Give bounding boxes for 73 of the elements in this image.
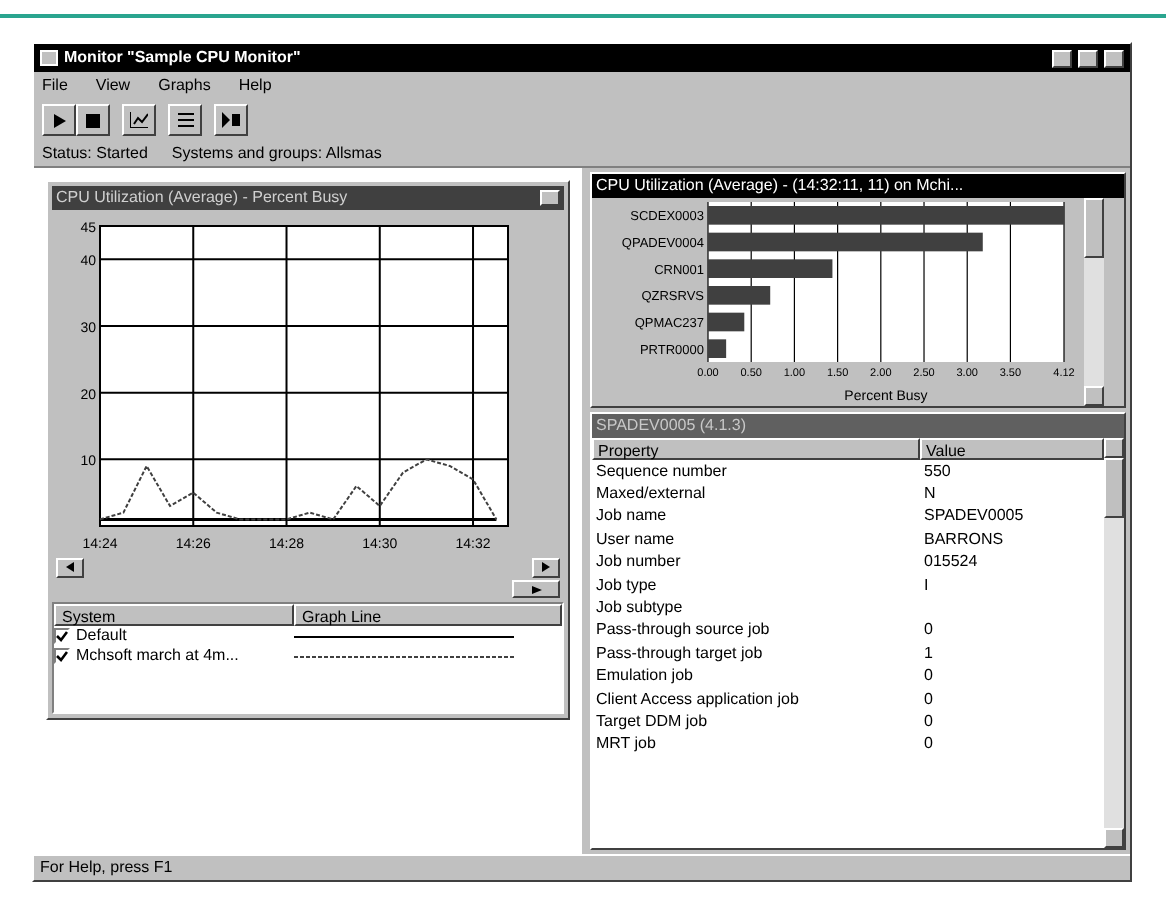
right-arrow-icon xyxy=(531,585,541,593)
system-name: Default xyxy=(74,626,129,648)
list-button[interactable] xyxy=(168,104,202,136)
panel-title: SPADEV0005 (4.1.3) xyxy=(596,414,747,438)
play-icon xyxy=(53,113,65,127)
checkbox[interactable] xyxy=(54,648,70,664)
column-header[interactable]: Value xyxy=(920,438,1104,460)
checkbox[interactable] xyxy=(54,628,70,644)
menu-item[interactable]: File xyxy=(42,73,68,97)
line-graph-icon xyxy=(130,112,148,128)
scroll-up-icon[interactable] xyxy=(1104,438,1124,458)
property-cell-text: Target DDM job xyxy=(594,710,710,734)
menu-item[interactable]: Help xyxy=(238,73,272,97)
value-cell-text: 1 xyxy=(922,641,935,666)
value-cell-text: 0 xyxy=(922,710,935,734)
property-cell-text: Pass-through source job xyxy=(594,618,772,643)
property-cell-text: User name xyxy=(594,527,677,552)
property-cell-text: Client Access application job xyxy=(594,687,801,712)
value-cell-text: SPADEV0005 xyxy=(922,504,1026,529)
graph-button[interactable] xyxy=(122,104,156,136)
bar xyxy=(708,286,771,305)
property-cell-text: Sequence number xyxy=(594,460,729,484)
property-cell-text: Pass-through target job xyxy=(594,641,765,666)
menu-item[interactable]: Graphs xyxy=(158,73,211,97)
scroll-down-icon[interactable] xyxy=(1084,386,1104,406)
value-cell-text: N xyxy=(922,482,938,507)
property-cell-text: Job type xyxy=(594,573,659,598)
value-cell-text: BARRONS xyxy=(922,527,1006,552)
value-cell-text: 0 xyxy=(922,664,935,689)
value-cell-text: I xyxy=(922,573,931,598)
list-icon xyxy=(177,112,193,128)
window-title: Monitor "Sample CPU Monitor" xyxy=(64,46,303,70)
zoom-button[interactable] xyxy=(512,580,560,598)
close-icon[interactable] xyxy=(1104,49,1124,67)
value-cell-text: 550 xyxy=(922,459,953,484)
value-cell-text: 015524 xyxy=(922,550,980,575)
property-cell-text: Job number xyxy=(594,550,683,575)
play-button[interactable] xyxy=(42,104,76,136)
scroll-left-button[interactable] xyxy=(56,557,84,577)
value-cell-text: 0 xyxy=(922,618,935,643)
panel-title: CPU Utilization (Average) - Percent Busy xyxy=(56,186,350,210)
status-text: Systems and groups: Allsmas xyxy=(171,142,382,166)
status-text: Status: Started xyxy=(42,142,148,166)
maximize-icon[interactable] xyxy=(540,190,560,206)
column-header[interactable]: Property xyxy=(592,438,920,460)
status-bar-text: For Help, press F1 xyxy=(40,856,173,880)
bar xyxy=(708,339,727,358)
maximize-icon[interactable] xyxy=(1078,49,1098,67)
scrollbar[interactable] xyxy=(1104,438,1124,848)
app-icon xyxy=(40,50,58,66)
bar xyxy=(708,259,833,278)
scroll-down-icon[interactable] xyxy=(1104,828,1124,848)
stop-icon xyxy=(86,113,100,127)
left-arrow-icon xyxy=(66,562,74,572)
value-cell-text: 0 xyxy=(922,687,935,712)
column-header[interactable]: Graph Line xyxy=(294,604,562,626)
value-cell-text: 0 xyxy=(922,732,935,757)
panel-title: CPU Utilization (Average) - (14:32:11, 11) on Mchi... xyxy=(596,174,964,198)
property-cell-text: Job subtype xyxy=(594,596,685,621)
stop-button[interactable] xyxy=(76,104,110,136)
right-arrow-icon xyxy=(542,562,550,572)
scrollbar[interactable] xyxy=(1084,198,1104,406)
property-cell-text: MRT job xyxy=(594,732,658,757)
property-cell-text: Job name xyxy=(594,504,669,529)
menu-item[interactable]: View xyxy=(95,73,131,97)
scroll-thumb[interactable] xyxy=(1084,198,1104,258)
system-name: Mchsoft march at 4m... xyxy=(74,644,241,668)
property-cell-text: Emulation job xyxy=(594,664,695,689)
scroll-right-button[interactable] xyxy=(532,557,560,577)
column-header[interactable]: System xyxy=(54,604,294,626)
minimize-icon[interactable] xyxy=(1052,49,1072,67)
scroll-thumb[interactable] xyxy=(1104,458,1124,518)
property-cell-text: Maxed/external xyxy=(594,482,708,507)
